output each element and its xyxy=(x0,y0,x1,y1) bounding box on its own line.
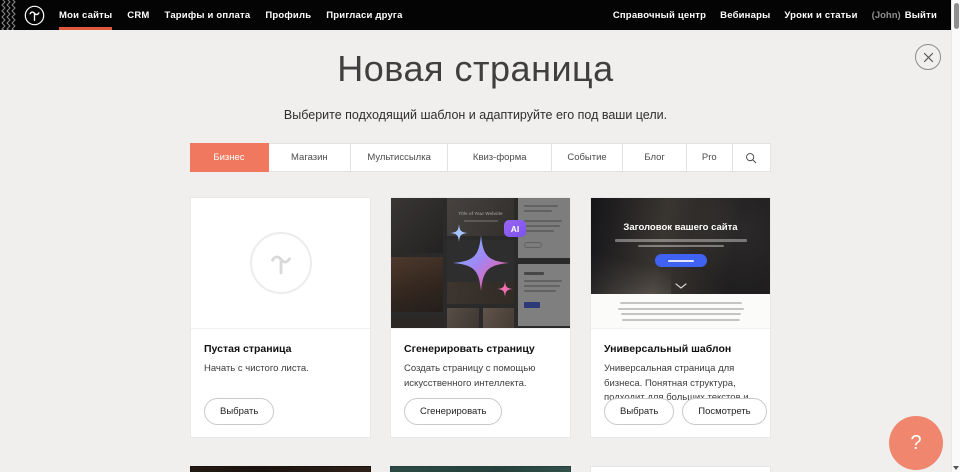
card-universal-template[interactable]: Заголовок вашего сайта Универсальный ша xyxy=(590,197,771,438)
logout-link[interactable]: Выйти xyxy=(905,1,937,30)
preview-template-button[interactable]: Посмотреть xyxy=(682,398,766,425)
nav-lessons[interactable]: Уроки и статьи xyxy=(784,1,857,30)
user-name: (John) xyxy=(872,10,901,21)
tab-event[interactable]: Событие xyxy=(552,144,623,171)
tilda-watermark-icon xyxy=(250,232,312,294)
close-button[interactable] xyxy=(915,44,941,70)
tab-search[interactable] xyxy=(733,144,770,171)
card-title: Сгенерировать страницу xyxy=(404,343,557,355)
template-hero-subtitle-line xyxy=(615,239,747,242)
secondary-nav: Справочный центр Вебинары Уроки и статьи… xyxy=(613,1,937,30)
next-row-cards xyxy=(190,466,771,472)
nav-crm[interactable]: CRM xyxy=(127,1,149,30)
card-info: Сгенерировать страницу Создать страницу … xyxy=(391,329,570,437)
card-blank-page[interactable]: Пустая страница Начать с чистого листа. … xyxy=(190,197,371,438)
search-icon xyxy=(745,152,757,164)
tab-store[interactable]: Магазин xyxy=(269,144,351,171)
close-icon xyxy=(923,52,934,63)
nav-help-center[interactable]: Справочный центр xyxy=(613,1,706,30)
template-cards: Пустая страница Начать с чистого листа. … xyxy=(190,197,771,438)
tab-quiz-form[interactable]: Квиз-форма xyxy=(448,144,552,171)
scrollbar-thumb[interactable] xyxy=(954,3,959,29)
ai-badge-label: AI xyxy=(511,224,520,234)
page-title: Новая страница xyxy=(0,48,951,90)
template-text-section xyxy=(591,294,770,328)
ai-preview: Title of Your Website xyxy=(391,198,570,329)
top-nav: Мои сайты CRM Тарифы и оплата Профиль Пр… xyxy=(0,0,951,30)
tab-multilink[interactable]: Мультиссылка xyxy=(351,144,449,171)
nav-pricing[interactable]: Тарифы и оплата xyxy=(165,1,251,30)
tilda-logo[interactable] xyxy=(24,5,45,26)
template-hero-button xyxy=(655,254,707,267)
nav-my-sites[interactable]: Мои сайты xyxy=(59,1,112,30)
scrollbar-down-arrow-icon[interactable] xyxy=(953,466,959,470)
tab-business[interactable]: Бизнес xyxy=(190,143,269,172)
template-hero: Заголовок вашего сайта xyxy=(591,198,770,294)
question-mark-icon: ? xyxy=(910,432,921,455)
blank-page-preview xyxy=(191,198,370,329)
nav-webinars[interactable]: Вебинары xyxy=(720,1,770,30)
card-info: Пустая страница Начать с чистого листа. … xyxy=(191,329,370,437)
card-ai-generate[interactable]: Title of Your Website xyxy=(390,197,571,438)
cutoff-card-teal[interactable] xyxy=(390,466,571,472)
chevron-down-icon xyxy=(675,283,687,289)
template-category-tabs: Бизнес Магазин Мультиссылка Квиз-форма С… xyxy=(190,143,771,172)
nav-invite-friend[interactable]: Пригласи друга xyxy=(326,1,402,30)
template-hero-subtitle-line xyxy=(638,245,724,248)
card-title: Пустая страница xyxy=(204,343,357,355)
card-title: Универсальный шаблон xyxy=(604,343,757,355)
cutoff-card-light[interactable] xyxy=(590,466,771,472)
template-hero-title: Заголовок вашего сайта xyxy=(591,222,770,233)
select-template-button[interactable]: Выбрать xyxy=(604,398,674,425)
card-description: Начать с чистого листа. xyxy=(204,362,357,377)
generate-button[interactable]: Сгенерировать xyxy=(404,398,502,425)
help-button[interactable]: ? xyxy=(889,416,943,470)
universal-template-preview: Заголовок вашего сайта xyxy=(591,198,770,329)
tab-blog[interactable]: Блог xyxy=(623,144,687,171)
ai-sparkle-icon: AI xyxy=(421,211,541,315)
primary-nav: Мои сайты CRM Тарифы и оплата Профиль Пр… xyxy=(59,1,403,30)
nav-profile[interactable]: Профиль xyxy=(265,1,311,30)
select-blank-button[interactable]: Выбрать xyxy=(204,398,274,425)
card-description: Создать страницу с помощью искусственног… xyxy=(404,362,557,391)
tab-pro[interactable]: Pro xyxy=(687,144,732,171)
scrollbar[interactable] xyxy=(951,0,960,472)
card-info: Универсальный шаблон Универсальная стран… xyxy=(591,329,770,437)
texture-pattern xyxy=(0,0,16,30)
cutoff-card-dark[interactable] xyxy=(190,466,371,472)
page-subtitle: Выберите подходящий шаблон и адаптируйте… xyxy=(0,108,951,122)
